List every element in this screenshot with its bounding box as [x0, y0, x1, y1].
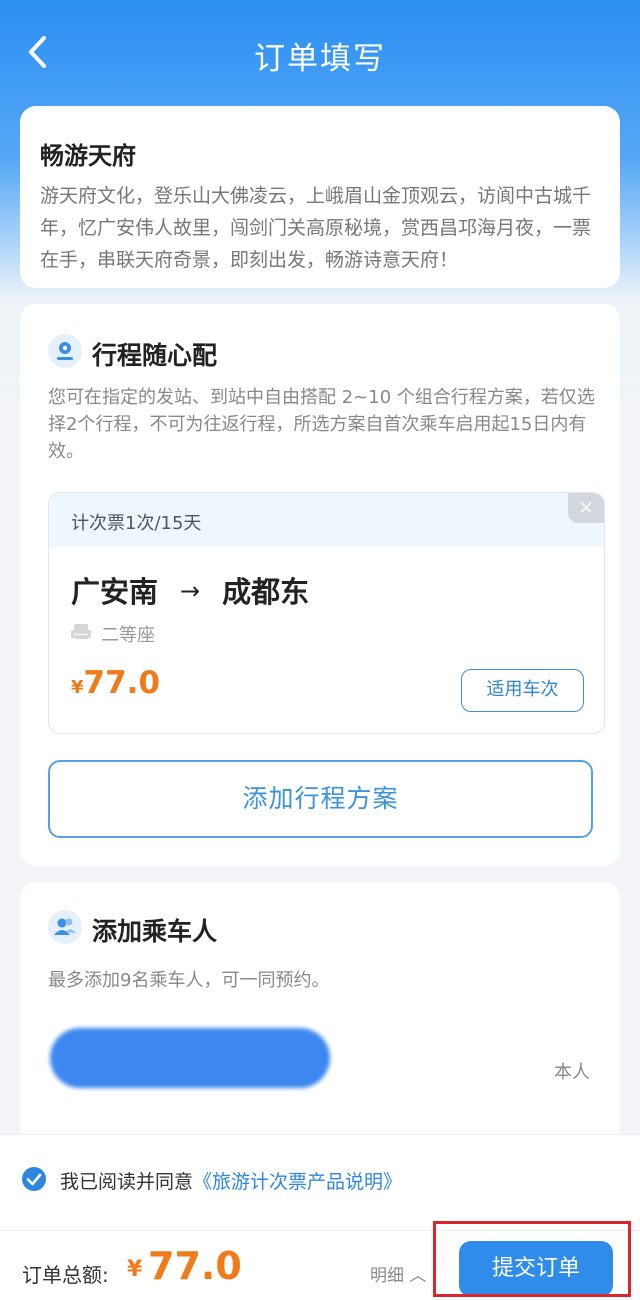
price-amount: 77.0: [83, 665, 161, 701]
intro-card: 畅游天府 游天府文化，登乐山大佛凌云，上峨眉山金顶观云，访阆中古城千年，忆广安伟…: [20, 106, 620, 288]
price-detail-button[interactable]: 明细 ︿: [370, 1261, 426, 1286]
page-title: 订单填写: [254, 41, 386, 77]
origin-station: 广安南: [71, 575, 159, 609]
order-footer: 订单总额: ¥ 77.0 明细 ︿ 提交订单: [0, 1230, 640, 1300]
agreement-text: 我已阅读并同意《旅游计次票产品说明》: [60, 1167, 402, 1194]
destination-station: 成都东: [222, 575, 310, 609]
add-trip-plan-button[interactable]: 添加行程方案: [48, 760, 593, 838]
trip-section-title: 行程随心配: [92, 341, 218, 370]
trip-card: 行程随心配 您可在指定的发站、到站中自由搭配 2~10 个组合行程方案，若仅选择…: [20, 304, 620, 866]
seat-icon: [71, 624, 91, 639]
passengers-icon: [48, 910, 82, 944]
total-label: 订单总额:: [22, 1263, 109, 1287]
passenger-name-redacted[interactable]: [50, 1028, 330, 1088]
ticket-header: 计次票1次/15天: [49, 493, 604, 547]
seat-class: 二等座: [101, 625, 155, 646]
checkbox-checked-icon[interactable]: [22, 1167, 46, 1191]
agreement-prefix: 我已阅读并同意: [60, 1171, 194, 1193]
submit-order-button[interactable]: 提交订单: [459, 1241, 613, 1297]
trip-description: 您可在指定的发站、到站中自由搭配 2~10 个组合行程方案，若仅选择2个行程，不…: [48, 387, 595, 462]
arrow-right-icon: →: [180, 577, 201, 605]
passenger-section-title: 添加乘车人: [92, 917, 218, 946]
ticket-type: 计次票1次/15天: [71, 513, 202, 534]
nav-bar: 订单填写: [0, 0, 640, 100]
close-icon[interactable]: ×: [568, 493, 604, 523]
total-currency: ¥: [127, 1257, 143, 1282]
intro-title: 畅游天府: [40, 142, 136, 170]
total-amount: 77.0: [148, 1244, 242, 1288]
intro-text: 游天府文化，登乐山大佛凌云，上峨眉山金顶观云，访阆中古城千年，忆广安伟人故里，闯…: [40, 185, 592, 271]
passenger-relation: 本人: [554, 1062, 590, 1083]
ticket-price: ¥77.0: [71, 665, 160, 701]
product-terms-link[interactable]: 《旅游计次票产品说明》: [193, 1171, 402, 1193]
applicable-trains-button[interactable]: 适用车次: [461, 669, 584, 712]
route-pin-icon: [48, 334, 82, 368]
passenger-description: 最多添加9名乘车人，可一同预约。: [48, 970, 330, 991]
route: 广安南 → 成都东: [71, 569, 309, 611]
ticket-plan-card: 计次票1次/15天 × 广安南 → 成都东 二等座 ¥77.0 适用车次: [48, 492, 605, 734]
currency-symbol: ¥: [71, 677, 84, 698]
agreement-bar: 我已阅读并同意《旅游计次票产品说明》: [0, 1134, 640, 1230]
